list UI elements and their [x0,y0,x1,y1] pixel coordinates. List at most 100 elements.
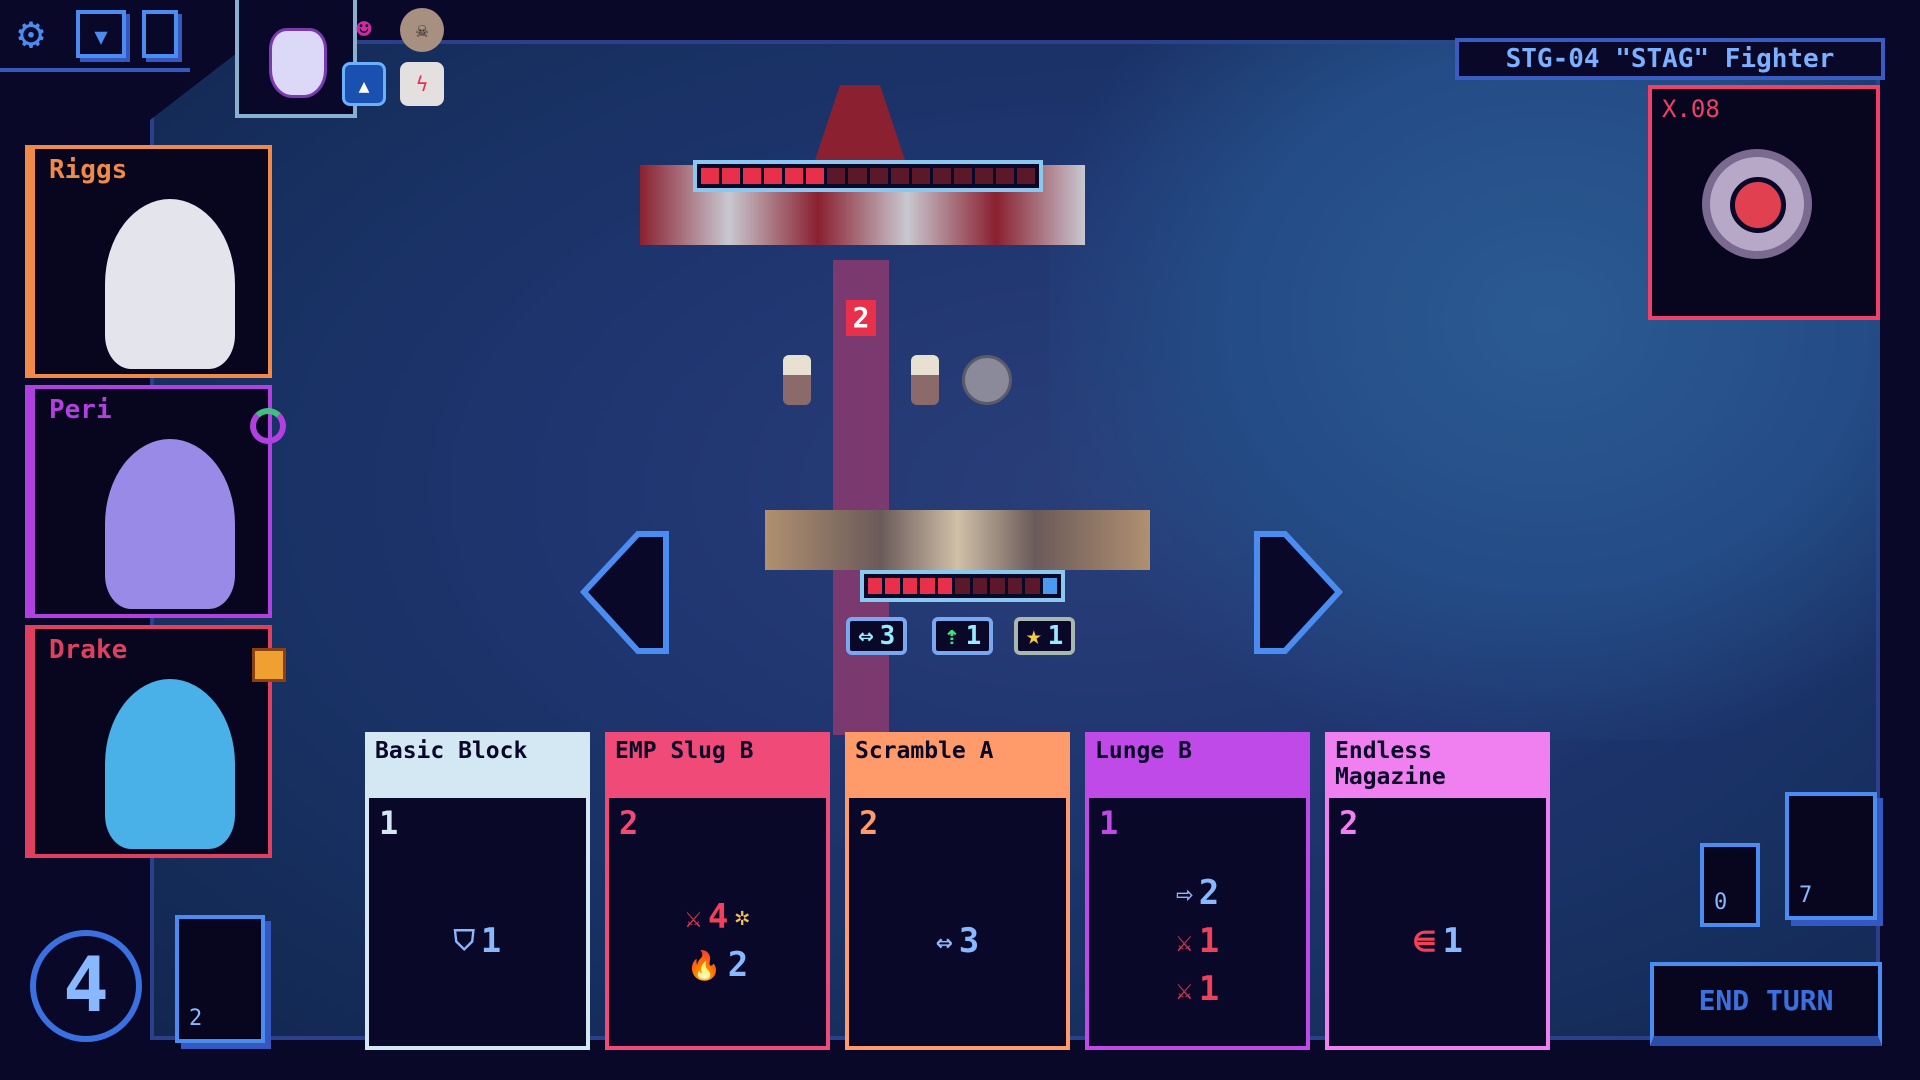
hull-segment [806,168,825,184]
gear-icon[interactable]: ⚙ [6,10,56,58]
discard-pile-count: 0 [1714,890,1728,915]
crew-peri[interactable]: Peri [25,385,272,618]
card-effects: ⇔ 3 [849,836,1066,1046]
hull-segment [1016,168,1035,184]
hull-segment [920,578,935,594]
hull-segment [885,578,900,594]
shield-icon: ⛉ [453,924,475,957]
hull-segment [868,578,883,594]
hull-segment [890,168,909,184]
shield-up-icon[interactable]: ▲ [342,62,386,106]
hull-segment [990,578,1005,594]
demon-mask-icon[interactable]: ☻ [342,8,386,52]
draw-pile-count: 2 [189,1006,203,1031]
enemy-name: STG-04 "STAG" Fighter [1455,38,1885,80]
card-effects: ⇨ 2 ⚔ 1 ⚔ 1 [1089,836,1306,1046]
ammo-icon: ⋹ [1412,924,1437,958]
hull-segment [902,578,918,594]
draw-pile[interactable]: 2 [175,915,265,1043]
card-lunge-b[interactable]: Lunge B 1 ⇨ 2 ⚔ 1 ⚔ 1 [1085,732,1310,1050]
deck-icon[interactable] [142,10,178,58]
hull-segment [1025,578,1040,594]
card-effect: ⛉ 1 [453,921,502,961]
discard-pile[interactable]: 0 [1700,843,1760,927]
card-effect: ⇨ 2 [1175,873,1220,913]
hull-segment [1007,578,1023,594]
card-effects: ⚔ 4 ✲ 🔥 2 [609,836,826,1046]
hull-segment [937,578,953,594]
status-droneshift[interactable]: ⇡ 1 [932,617,994,655]
card-effects: ⋹ 1 [1329,836,1546,1046]
asteroid[interactable] [962,355,1012,405]
evade-icon: ⇔ [935,924,953,958]
card-title: Basic Block [369,736,586,798]
hull-segment [785,168,804,184]
player-hull-bar [860,570,1065,602]
card-effect: ⇔ 3 [935,921,980,961]
exhaust-pile-count: 7 [1799,883,1813,908]
crew-drake[interactable]: Drake [25,625,272,858]
hull-segment [972,578,988,594]
hull-segment [743,168,762,184]
crew-name: Riggs [49,155,128,185]
cat-face [269,28,327,98]
hull-segment [932,168,951,184]
crew-name: Drake [49,635,128,665]
timer-icon[interactable]: ϟ [400,62,444,106]
incoming-damage-badge: 2 [846,300,876,336]
hull-segment [955,578,970,594]
hull-segment [701,168,720,184]
exhaust-pile[interactable]: 7 [1785,792,1877,920]
crew-status-icon [250,408,286,444]
end-turn-button[interactable]: END TURN [1650,962,1882,1046]
enemy-pilot-code: X.08 [1662,95,1720,123]
move-left-button[interactable] [578,530,670,655]
card-endless-magazine[interactable]: Endless Magazine 2 ⋹ 1 [1325,732,1550,1050]
card-effect: ⚔ 1 [1175,921,1220,961]
heat-icon: 🔥 [686,948,722,982]
card-title: Endless Magazine [1329,736,1546,798]
status-evade[interactable]: ⇔ 3 [846,617,908,655]
hull-segment [827,168,846,184]
crew-status-icon [252,648,286,682]
attack-icon: ⚔ [1175,972,1193,1006]
skull-badge-icon[interactable]: ☠ [400,8,444,52]
card-title: Scramble A [849,736,1066,798]
shield-segment [1042,578,1057,594]
crew-portrait [105,439,235,609]
hull-segment [764,168,783,184]
energy-counter: 4 [30,930,142,1042]
missile-drone[interactable] [911,355,939,405]
player-ship-hull [765,510,1150,570]
evade-icon: ⇔ [858,621,874,651]
move-right-button[interactable] [1253,530,1345,655]
card-effect: 🔥 2 [686,945,749,985]
card-effect: ⚔ 1 [1175,969,1220,1009]
map-icon[interactable]: ▼ [76,10,126,58]
hull-segment [722,168,741,184]
crew-name: Peri [49,395,112,425]
crew-portrait [105,199,235,369]
robot-eye [1702,149,1812,259]
card-emp-slug-b[interactable]: EMP Slug B 2 ⚔ 4 ✲ 🔥 2 [605,732,830,1050]
hull-segment [953,168,972,184]
cat-portrait[interactable] [235,0,357,118]
move-right-icon: ⇨ [1175,876,1193,910]
missile-drone[interactable] [783,355,811,405]
card-title: Lunge B [1089,736,1306,798]
enemy-pilot-portrait[interactable]: X.08 [1648,85,1880,320]
hull-segment [974,168,993,184]
attack-icon: ⚔ [685,900,702,934]
crew-portrait [105,679,235,849]
status-star[interactable]: ★ 1 [1014,617,1076,655]
crew-riggs[interactable]: Riggs [25,145,272,378]
card-scramble-a[interactable]: Scramble A 2 ⇔ 3 [845,732,1070,1050]
hull-segment [911,168,930,184]
card-basic-block[interactable]: Basic Block 1 ⛉ 1 [365,732,590,1050]
hull-segment [869,168,888,184]
card-effect: ⚔ 4 ✲ [685,897,750,937]
card-effect: ⋹ 1 [1412,921,1463,961]
attack-icon: ⚔ [1175,924,1193,958]
enemy-hull-bar [693,160,1043,192]
droneshift-icon: ⇡ [944,621,960,651]
